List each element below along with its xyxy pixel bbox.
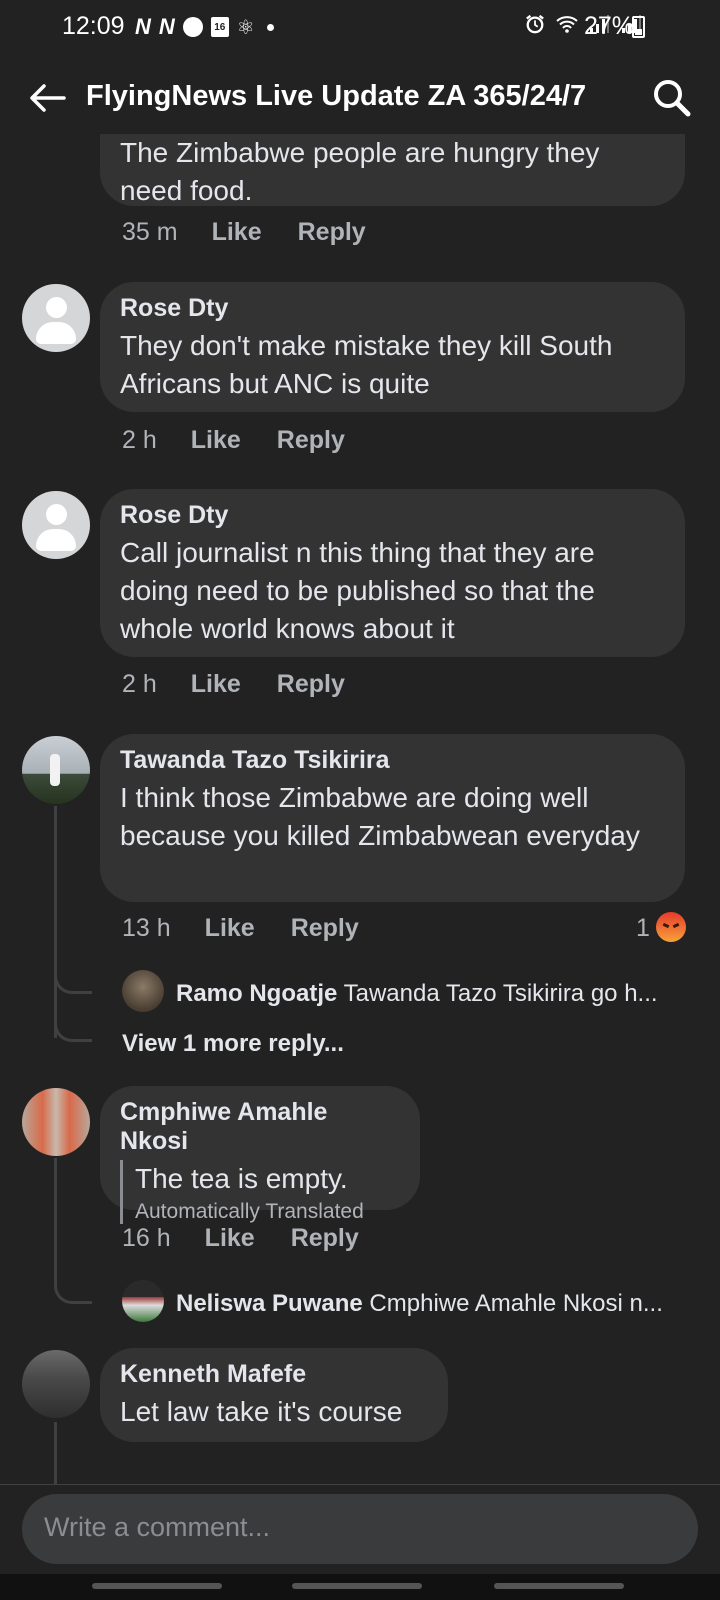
comment-bubble[interactable]: Tawanda Tazo Tsikirira I think those Zim… (100, 734, 685, 902)
avatar[interactable] (22, 491, 90, 559)
translation-block: The tea is empty. Automatically Translat… (120, 1160, 400, 1224)
reply-text: Cmphiwe Amahle Nkosi n... (369, 1290, 663, 1317)
home-nav-button[interactable] (292, 1583, 422, 1589)
reply-text: Tawanda Tazo Tsikirira go h... (343, 980, 658, 1007)
back-arrow-icon[interactable] (24, 76, 68, 120)
angry-reaction-icon[interactable] (656, 912, 686, 942)
comment-time: 2 h (122, 426, 157, 454)
back-nav-button[interactable] (494, 1583, 624, 1589)
comment-text: They don't make mistake they kill South … (120, 330, 613, 399)
comment-bubble[interactable]: Kenneth Mafefe Let law take it's course (100, 1348, 448, 1442)
comment-actions: 2 h Like Reply (122, 670, 345, 699)
like-button[interactable]: Like (212, 218, 262, 247)
thread-branch (54, 1244, 92, 1304)
comment-bubble[interactable]: Cmphiwe Amahle Nkosi The tea is empty. A… (100, 1086, 420, 1224)
like-button[interactable]: Like (205, 1224, 255, 1253)
comment-author[interactable]: Cmphiwe Amahle Nkosi (120, 1098, 400, 1156)
reply-button[interactable]: Reply (291, 914, 359, 943)
comment-text: I think those Zimbabwe are doing well be… (120, 782, 640, 851)
alarm-icon (526, 14, 544, 34)
comment-text: The Zimbabwe people are hungry they need… (120, 137, 600, 206)
page-title: FlyingNews Live Update ZA 365/24/7 (86, 80, 587, 112)
wifi-icon (556, 16, 578, 33)
thread-branch (54, 934, 92, 994)
reaction-count[interactable]: 1 (636, 914, 650, 943)
avatar[interactable] (22, 1350, 90, 1418)
comment-author[interactable]: Rose Dty (120, 294, 665, 323)
calendar-icon: 16 (210, 17, 229, 37)
status-bar: 12:09 N N 16 ⚛ 27% (0, 0, 720, 56)
reply-author: Neliswa Puwane (176, 1290, 363, 1317)
like-button[interactable]: Like (205, 914, 255, 943)
avatar[interactable] (22, 736, 90, 804)
composer-divider (0, 1484, 720, 1485)
reply-button[interactable]: Reply (277, 670, 345, 699)
status-time: 12:09 (62, 12, 125, 40)
reply-button[interactable]: Reply (291, 1224, 359, 1253)
comment-actions: 35 m Like Reply (122, 218, 366, 247)
reply-avatar[interactable] (122, 970, 164, 1012)
comment-actions: 13 h Like Reply (122, 914, 359, 943)
reply-avatar[interactable] (122, 1280, 164, 1322)
view-more-replies-link[interactable]: View 1 more reply... (122, 1030, 344, 1058)
comment-time: 16 h (122, 1224, 171, 1252)
comment-bubble[interactable]: Rose Dty Call journalist n this thing th… (100, 489, 685, 657)
comment-text: The tea is empty. (135, 1163, 348, 1194)
comment-text: Call journalist n this thing that they a… (120, 537, 595, 644)
notification-icons: N N 16 ⚛ (135, 14, 274, 40)
avatar[interactable] (22, 1088, 90, 1156)
comment-time: 2 h (122, 670, 157, 698)
like-button[interactable]: Like (191, 426, 241, 455)
comment-bubble[interactable]: Rose Dty They don't make mistake they ki… (100, 282, 685, 412)
messenger-icon (182, 17, 203, 37)
reply-author: Ramo Ngoatje (176, 980, 338, 1007)
accessibility-icon: ⚛ (236, 16, 255, 39)
avatar-figure (50, 754, 60, 786)
like-button[interactable]: Like (191, 670, 241, 699)
battery-level: 27% (584, 12, 635, 40)
comment-bubble[interactable]: The Zimbabwe people are hungry they need… (100, 134, 685, 206)
comment-author[interactable]: Kenneth Mafefe (120, 1360, 428, 1389)
translated-label[interactable]: Automatically Translated (135, 1200, 400, 1224)
comment-time: 13 h (122, 914, 171, 942)
n-icon: N (135, 14, 151, 39)
system-nav-bar (0, 1574, 720, 1600)
comment-time: 35 m (122, 218, 178, 246)
battery-icon (632, 16, 645, 38)
header: FlyingNews Live Update ZA 365/24/7 (0, 62, 720, 134)
comment-author[interactable]: Rose Dty (120, 501, 665, 530)
n-icon: N (158, 14, 175, 39)
dot-icon (266, 23, 274, 31)
comment-input-placeholder: Write a comment... (44, 1512, 271, 1542)
reply-preview[interactable]: Neliswa Puwane Cmphiwe Amahle Nkosi n... (176, 1290, 663, 1318)
comment-input[interactable]: Write a comment... (22, 1494, 698, 1564)
comment-author[interactable]: Tawanda Tazo Tsikirira (120, 746, 665, 775)
reply-preview[interactable]: Ramo Ngoatje Tawanda Tazo Tsikirira go h… (176, 980, 658, 1008)
comment-list: The Zimbabwe people are hungry they need… (0, 134, 720, 1484)
search-icon[interactable] (650, 76, 694, 120)
comment-text: Let law take it's course (120, 1396, 403, 1427)
recents-nav-button[interactable] (92, 1583, 222, 1589)
comment-actions: 2 h Like Reply (122, 426, 345, 455)
reply-button[interactable]: Reply (277, 426, 345, 455)
thread-line (54, 1422, 57, 1484)
comment-actions: 16 h Like Reply (122, 1224, 359, 1253)
reply-button[interactable]: Reply (298, 218, 366, 247)
avatar[interactable] (22, 284, 90, 352)
thread-branch (54, 994, 92, 1042)
